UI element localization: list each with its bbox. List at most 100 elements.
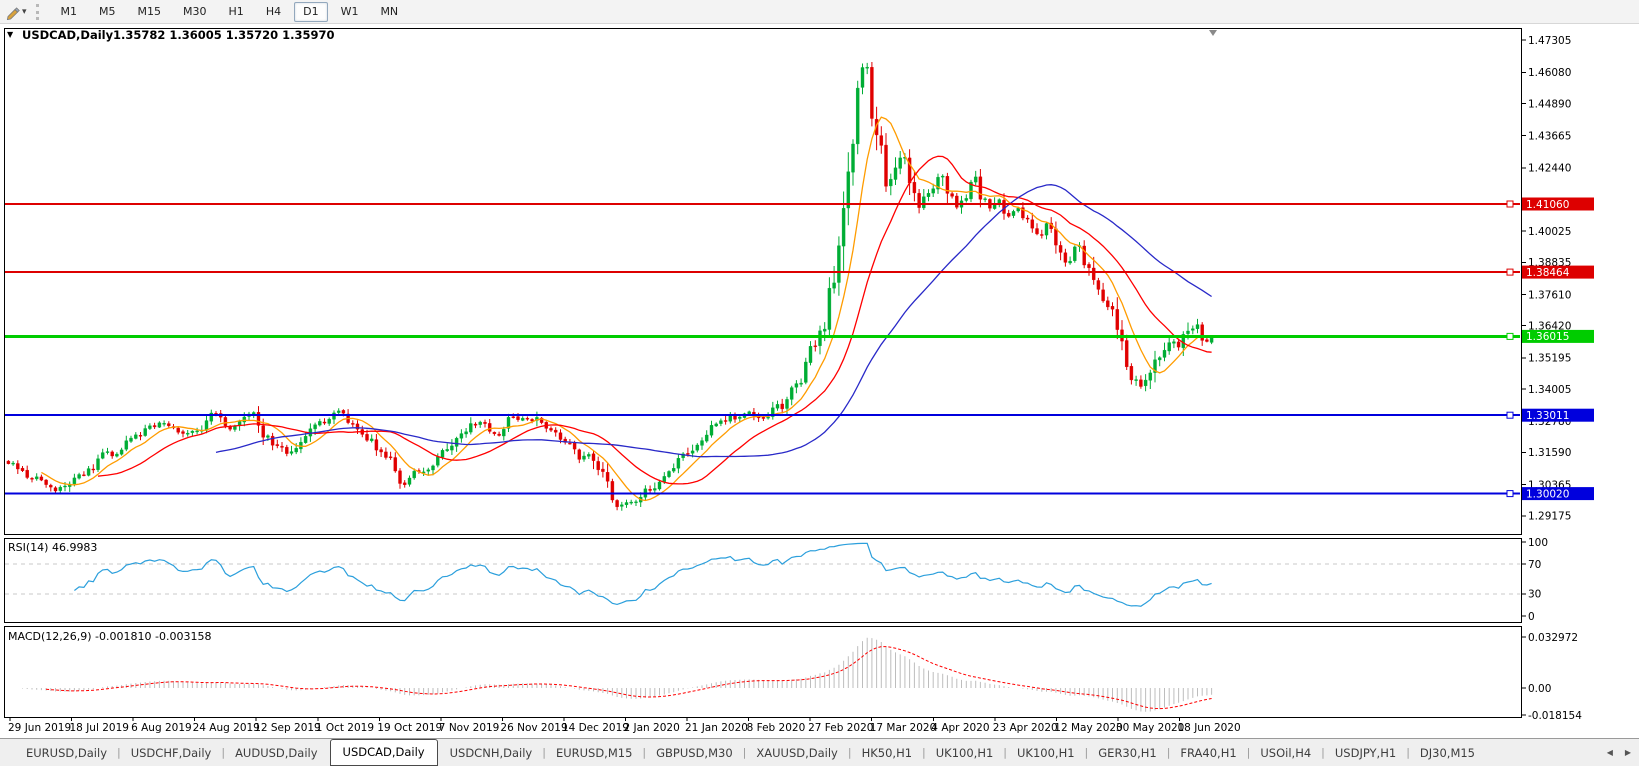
tab-eurusd-daily[interactable]: EURUSD,Daily [16,742,117,764]
toolbar: ▾ M1 M5 M15 M30 H1 H4 D1 W1 MN [0,0,1639,24]
price-tick-label: 1.43665 [1528,131,1571,143]
macd-tick-label: -0.018154 [1528,710,1582,722]
indicator-collapse-icon[interactable]: ▼ [7,30,14,39]
date-label: 27 Feb 2020 [808,722,873,734]
level-line-handle[interactable] [1506,411,1514,419]
rsi-tick-label: 30 [1528,589,1541,601]
tab-fra40-h1[interactable]: FRA40,H1 [1170,742,1246,764]
date-label: 19 Oct 2019 [377,722,442,734]
scroll-left-icon[interactable]: ◀ [1607,748,1613,757]
tab-usdchf-daily[interactable]: USDCHF,Daily [121,742,222,764]
chart-tab-bar: EURUSD,Daily | USDCHF,Daily | AUDUSD,Daily US… [0,738,1639,766]
horizontal-level-lines [5,200,1520,498]
date-label: 2 Jan 2020 [624,722,680,734]
price-tick-label: 1.44890 [1528,98,1571,110]
rsi-panel-border [4,538,1522,623]
date-label: 26 Nov 2019 [500,722,567,734]
date-label: 1 Oct 2019 [316,722,374,734]
timeframe-button-h1[interactable]: H1 [220,2,253,22]
draw-tool-icon[interactable] [4,3,22,21]
date-label: 24 Aug 2019 [193,722,260,734]
timeframe-button-m5[interactable]: M5 [90,2,125,22]
tab-usoil-h4[interactable]: USOil,H4 [1250,742,1321,764]
chart-shift-marker-icon [1209,30,1217,36]
scroll-right-icon[interactable]: ▶ [1625,748,1631,757]
level-line-handle[interactable] [1506,268,1514,276]
up-candle-bodies [11,67,1214,507]
timeframe-button-d1[interactable]: D1 [294,1,328,22]
macd-label: MACD(12,26,9) -0.001810 -0.003158 [8,630,211,643]
down-candle-wicks [7,62,1208,511]
timeframe-button-mn[interactable]: MN [371,2,407,22]
macd-signal-line [46,646,1212,710]
timeframe-button-m15[interactable]: M15 [129,2,171,22]
date-label: 17 Mar 2020 [870,722,937,734]
macd-indicator: 0.032972 0.00 -0.018154 [22,632,1582,722]
date-label: 18 Jun 2020 [1178,722,1241,734]
toolbar-grip[interactable] [35,3,42,20]
tab-dj30-m15[interactable]: DJ30,M15 [1410,742,1485,764]
price-tick-label: 1.42440 [1528,163,1571,175]
price-badge-label: 1.36015 [1526,331,1569,343]
date-label: 23 Apr 2020 [993,722,1058,734]
level-line-handle[interactable] [1506,200,1514,208]
price-tick-label: 1.37610 [1528,289,1571,301]
chart-ohlc-values: 1.35782 1.36005 1.35720 1.35970 [113,28,335,42]
tab-usdjpy-h1[interactable]: USDJPY,H1 [1325,742,1406,764]
up-candle-wicks [12,62,1213,511]
price-axis: 1.47305 1.46080 1.44890 1.43665 1.42440 1.400… [1521,35,1594,523]
chart-tabs: EURUSD,Daily | USDCHF,Daily | AUDUSD,Daily US… [16,739,1485,766]
date-label: 18 Jul 2019 [70,722,129,734]
price-tick-label: 1.31590 [1528,447,1571,459]
tab-audusd-daily[interactable]: AUDUSD,Daily [225,742,327,764]
price-tick-label: 1.29175 [1528,511,1571,523]
price-tick-label: 1.34005 [1528,384,1571,396]
chevron-down-icon[interactable]: ▾ [22,7,27,17]
price-panel-border [4,28,1522,535]
tab-gbpusd-m30[interactable]: GBPUSD,M30 [646,742,743,764]
tab-scroll-controls: ◀ ▶ [1607,748,1639,757]
timeframe-button-m1[interactable]: M1 [52,2,87,22]
timeframe-button-group: M1 M5 M15 M30 H1 H4 D1 W1 MN [50,1,410,22]
tab-ger30-h1[interactable]: GER30,H1 [1088,742,1166,764]
date-label: 29 Jun 2019 [8,722,71,734]
price-tick-label: 1.46080 [1528,67,1571,79]
time-axis: 29 Jun 201918 Jul 2019 6 Aug 2019 24 Aug 2… [8,718,1241,734]
price-tick-label: 1.40025 [1528,226,1571,238]
tab-hk50-h1[interactable]: HK50,H1 [852,742,922,764]
price-badge-label: 1.30020 [1526,488,1569,500]
tab-usdcad-daily[interactable]: USDCAD,Daily [329,739,438,766]
price-tick-label: 1.35195 [1528,353,1571,365]
date-label: 8 Feb 2020 [747,722,806,734]
level-line-handle[interactable] [1506,490,1514,498]
date-label: 12 Sep 2019 [254,722,321,734]
date-label: 4 Apr 2020 [931,722,989,734]
tab-xauusd-daily[interactable]: XAUUSD,Daily [746,742,848,764]
tab-eurusd-m15[interactable]: EURUSD,M15 [546,742,642,764]
date-label: 7 Nov 2019 [439,722,500,734]
timeframe-button-m30[interactable]: M30 [174,2,216,22]
macd-histogram [22,637,1213,712]
chart-area[interactable]: 10070300 0.0329720.00-0.018154 1.473051.… [0,24,1639,738]
rsi-tick-label: 100 [1528,537,1548,549]
moving-average-lines [41,116,1212,502]
rsi-indicator: 100 70 30 0 [5,537,1548,623]
price-badge-label: 1.41060 [1526,199,1569,211]
ma-line-8 [41,116,1212,502]
macd-tick-label: 0.00 [1528,683,1551,695]
timeframe-button-h4[interactable]: H4 [257,2,290,22]
chart-title: USDCAD,Daily [22,28,114,42]
rsi-tick-label: 0 [1528,611,1535,623]
rsi-line [74,542,1212,607]
pencil-icon [6,6,20,20]
tab-uk100-h1[interactable]: UK100,H1 [926,742,1004,764]
rsi-label: RSI(14) 46.9983 [8,541,97,554]
tab-uk100-h1[interactable]: UK100,H1 [1007,742,1085,764]
mt4-terminal-window: { "toolbar": { "dropdown_caret": "▾", "t… [0,0,1639,766]
level-line-handle[interactable] [1506,332,1514,340]
down-candle-bodies [6,67,1209,507]
tab-usdcnh-daily[interactable]: USDCNH,Daily [440,742,543,764]
timeframe-button-w1[interactable]: W1 [332,2,368,22]
date-label: 30 May 2020 [1116,722,1184,734]
date-label: 14 Dec 2019 [562,722,629,734]
